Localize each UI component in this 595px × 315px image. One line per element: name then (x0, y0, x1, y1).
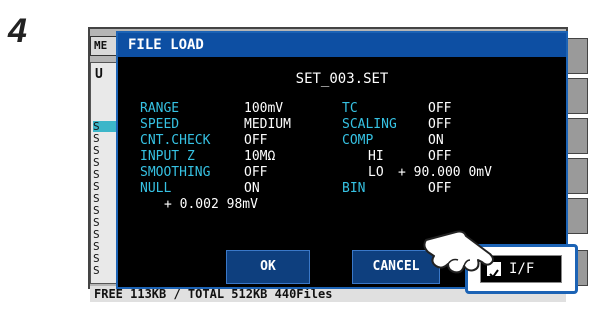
setting-value: OFF (244, 133, 268, 148)
setting-row-smoothing: SMOOTHING OFF (140, 165, 267, 180)
null-offset-value: + 0.002 98mV (164, 197, 258, 212)
setting-value: MEDIUM (244, 117, 291, 132)
setting-label: COMP (342, 133, 374, 148)
setting-value: ON (428, 133, 444, 148)
list-item[interactable]: S (93, 265, 117, 276)
setting-value: 100mV (244, 101, 284, 116)
setting-label: HI (368, 149, 384, 164)
list-header: U (95, 67, 103, 82)
setting-value: 10MΩ (244, 149, 276, 164)
setting-row-speed: SPEED MEDIUM (140, 117, 291, 132)
setting-label: INPUT Z (140, 149, 195, 164)
setting-label: CNT.CHECK (140, 133, 211, 148)
setting-value: OFF (244, 165, 268, 180)
setting-row-bin: BIN OFF (342, 181, 451, 196)
setting-row-null: NULL ON (140, 181, 260, 196)
list-item[interactable]: S (93, 121, 117, 132)
step-number: 4 (8, 12, 27, 50)
list-item[interactable]: S (93, 241, 117, 252)
setting-row-input-z: INPUT Z 10MΩ (140, 149, 275, 164)
setting-label: SPEED (140, 117, 180, 132)
setting-row-scaling: SCALING OFF (342, 117, 451, 132)
side-button-4[interactable] (566, 158, 588, 194)
pointing-hand-icon (423, 230, 494, 274)
setting-value: + 90.000 0mV (398, 165, 492, 180)
setting-label: NULL (140, 181, 172, 196)
list-item[interactable]: S (93, 145, 117, 156)
setting-row-tc: TC OFF (342, 101, 451, 116)
side-button-1[interactable] (566, 38, 588, 74)
side-button-2[interactable] (566, 78, 588, 114)
setting-row-lo: LO + 90.000 0mV (368, 165, 492, 180)
setting-value: OFF (428, 149, 452, 164)
setting-label: RANGE (140, 101, 180, 116)
list-item[interactable]: S (93, 253, 117, 264)
setting-row-cnt-check: CNT.CHECK OFF (140, 133, 267, 148)
side-button-5[interactable] (566, 198, 588, 234)
setting-label: SMOOTHING (140, 165, 211, 180)
setting-value: OFF (428, 181, 452, 196)
dialog-title: FILE LOAD (118, 33, 566, 57)
setting-value: ON (244, 181, 260, 196)
list-item[interactable]: S (93, 181, 117, 192)
list-item[interactable]: S (93, 157, 117, 168)
list-item[interactable]: S (93, 169, 117, 180)
setting-label: LO (368, 165, 384, 180)
setting-label: BIN (342, 181, 366, 196)
side-button-3[interactable] (566, 118, 588, 154)
list-item[interactable]: S (93, 217, 117, 228)
setting-row-hi: HI OFF (368, 149, 451, 164)
setting-value: OFF (428, 101, 452, 116)
ok-button[interactable]: OK (226, 250, 310, 284)
setting-row-comp: COMP ON (342, 133, 444, 148)
if-label: I/F (509, 261, 535, 277)
list-item[interactable]: S (93, 229, 117, 240)
setting-value: OFF (428, 117, 452, 132)
list-item[interactable]: S (93, 133, 117, 144)
setting-row-range: RANGE 100mV (140, 101, 283, 116)
setting-label: TC (342, 101, 358, 116)
file-name: SET_003.SET (295, 71, 389, 87)
list-item[interactable]: S (93, 193, 117, 204)
list-item[interactable]: S (93, 205, 117, 216)
setting-label: SCALING (342, 117, 397, 132)
